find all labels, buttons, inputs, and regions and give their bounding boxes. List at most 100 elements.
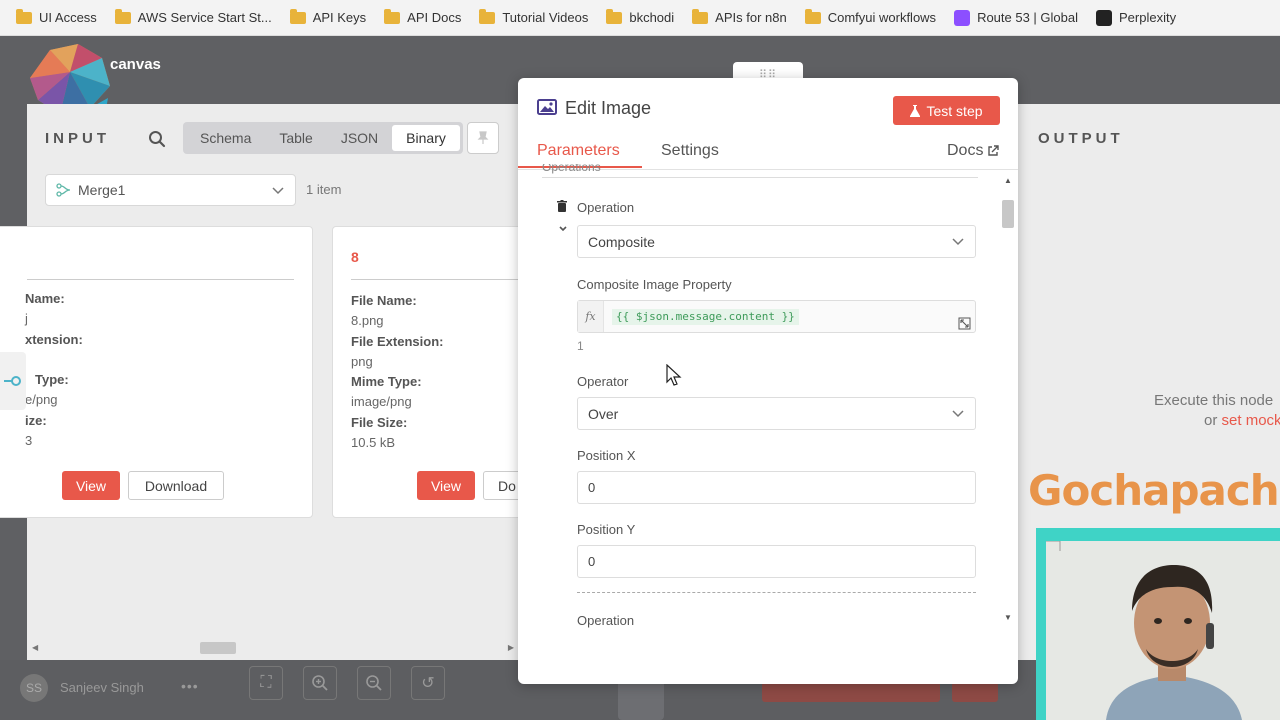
bookmark-perplexity[interactable]: Perplexity	[1096, 9, 1176, 26]
presenter-image	[1046, 541, 1280, 720]
folder-icon	[692, 8, 709, 24]
composite-image-property-label: Composite Image Property	[577, 277, 732, 292]
expression-icon: fx	[578, 301, 604, 332]
flask-icon	[910, 104, 921, 117]
chevron-down-icon	[272, 187, 284, 195]
operation-label: Operation	[577, 200, 635, 215]
undo-icon: ↺	[421, 675, 435, 692]
user-name: Sanjeev Singh	[60, 680, 144, 695]
fit-view-button[interactable]: ⛶	[249, 666, 283, 700]
input-node-name: Merge1	[78, 182, 126, 198]
zoom-out-button[interactable]	[357, 666, 391, 700]
user-menu-button[interactable]: •••	[181, 678, 199, 694]
search-icon[interactable]	[148, 130, 166, 148]
test-step-button[interactable]: Test step	[893, 96, 1000, 125]
composite-image-property-input[interactable]: fx {{ $json.message.content }}	[577, 300, 976, 333]
position-x-input[interactable]: 0	[577, 471, 976, 504]
binary-meta: Name: j xtension: Type: e/png ize: 3	[25, 291, 83, 449]
execute-workflow-button[interactable]	[762, 682, 940, 702]
operation-select[interactable]: Composite	[577, 225, 976, 258]
tab-binary[interactable]: Binary	[392, 125, 460, 151]
scroll-left-icon[interactable]: ◀	[32, 643, 38, 652]
avatar[interactable]: SS	[20, 674, 48, 702]
position-x-label: Position X	[577, 448, 636, 463]
route53-icon	[954, 9, 971, 26]
perplexity-icon	[1096, 9, 1113, 26]
scroll-down-icon[interactable]: ▼	[1004, 613, 1012, 622]
modal-title: Edit Image	[565, 98, 652, 118]
operator-label: Operator	[577, 374, 629, 389]
input-connection-handle[interactable]	[0, 352, 26, 410]
items-count: 1 item	[306, 182, 342, 197]
input-panel-label: INPUT	[45, 130, 110, 147]
operator-select[interactable]: Over	[577, 397, 976, 430]
zoom-in-button[interactable]	[303, 666, 337, 700]
delete-button[interactable]	[952, 682, 998, 702]
bookmark-comfyui[interactable]: Comfyui workflows	[804, 8, 936, 25]
trash-icon[interactable]	[557, 200, 567, 212]
pin-data-button[interactable]	[467, 122, 499, 154]
position-y-label: Position Y	[577, 522, 636, 537]
docs-link[interactable]: Docs	[947, 142, 1000, 160]
folder-icon	[479, 8, 496, 24]
tab-json[interactable]: JSON	[327, 125, 392, 151]
chevron-down-icon	[952, 410, 964, 418]
bookmark-api-keys[interactable]: API Keys	[289, 8, 366, 25]
folder-icon	[114, 8, 131, 24]
bookmark-ui-access[interactable]: UI Access	[16, 8, 97, 25]
zoom-in-icon	[312, 675, 328, 691]
folder-icon	[804, 8, 821, 24]
scroll-thumb[interactable]	[1002, 200, 1014, 228]
webcam-video	[1046, 541, 1280, 720]
parameters-scrollbar[interactable]: ▲ ▼	[1000, 174, 1016, 624]
binary-index: 8	[351, 249, 359, 265]
fullscreen-icon: ⛶	[260, 674, 272, 691]
bookmarks-bar: UI Access AWS Service Start St... API Ke…	[0, 0, 1280, 36]
folder-icon	[289, 8, 306, 24]
scroll-thumb[interactable]	[200, 642, 236, 654]
chevron-down-icon[interactable]	[558, 225, 568, 233]
mouse-cursor-icon	[666, 364, 682, 386]
tab-parameters[interactable]: Parameters	[537, 142, 620, 160]
channel-watermark: Gochapachi	[1028, 466, 1280, 515]
input-horizontal-scrollbar[interactable]: ◀ ▶	[30, 640, 516, 656]
scroll-right-icon[interactable]: ▶	[508, 643, 514, 652]
bookmark-tutorial-videos[interactable]: Tutorial Videos	[479, 8, 588, 25]
expression-result: 1	[577, 339, 584, 353]
reset-zoom-button[interactable]: ↺	[411, 666, 445, 700]
set-mock-link[interactable]: set mock	[1222, 412, 1280, 429]
output-panel-label: OUTPUT	[1038, 130, 1124, 147]
input-view-tabs: Schema Table JSON Binary	[183, 122, 463, 154]
bookmark-aws[interactable]: AWS Service Start St...	[114, 8, 272, 25]
tab-table[interactable]: Table	[265, 125, 326, 151]
view-button[interactable]: View	[62, 471, 120, 500]
merge-node-icon	[56, 183, 71, 197]
view-button[interactable]: View	[417, 471, 475, 500]
binary-card-8: 8 File Name: 8.png File Extension: png M…	[332, 226, 532, 518]
input-node-select[interactable]: Merge1	[45, 174, 296, 206]
section-title: Operations	[542, 164, 601, 174]
chevron-down-icon	[952, 238, 964, 246]
scroll-up-icon[interactable]: ▲	[1004, 176, 1012, 185]
gmail-node-icon	[618, 680, 664, 720]
expand-icon[interactable]	[958, 317, 971, 330]
operation-divider	[577, 592, 976, 593]
external-link-icon	[988, 145, 1000, 156]
pin-icon	[477, 131, 489, 144]
bookmark-bkchodi[interactable]: bkchodi	[606, 8, 674, 25]
bookmark-apis-n8n[interactable]: APIs for n8n	[692, 8, 787, 25]
download-button[interactable]: Download	[128, 471, 224, 500]
expression-value: {{ $json.message.content }}	[612, 309, 799, 325]
connection-icon	[4, 376, 21, 386]
tab-schema[interactable]: Schema	[186, 125, 265, 151]
binary-card-1: Name: j xtension: Type: e/png ize: 3 Vie…	[0, 226, 313, 518]
tab-settings[interactable]: Settings	[661, 142, 719, 160]
brand-name: canvas	[110, 56, 161, 73]
position-y-input[interactable]: 0	[577, 545, 976, 578]
zoom-out-icon	[366, 675, 382, 691]
image-icon	[537, 99, 557, 115]
folder-icon	[384, 8, 401, 24]
bookmark-route53[interactable]: Route 53 | Global	[954, 9, 1078, 26]
next-operation-label: Operation	[577, 613, 635, 628]
bookmark-api-docs[interactable]: API Docs	[384, 8, 461, 25]
